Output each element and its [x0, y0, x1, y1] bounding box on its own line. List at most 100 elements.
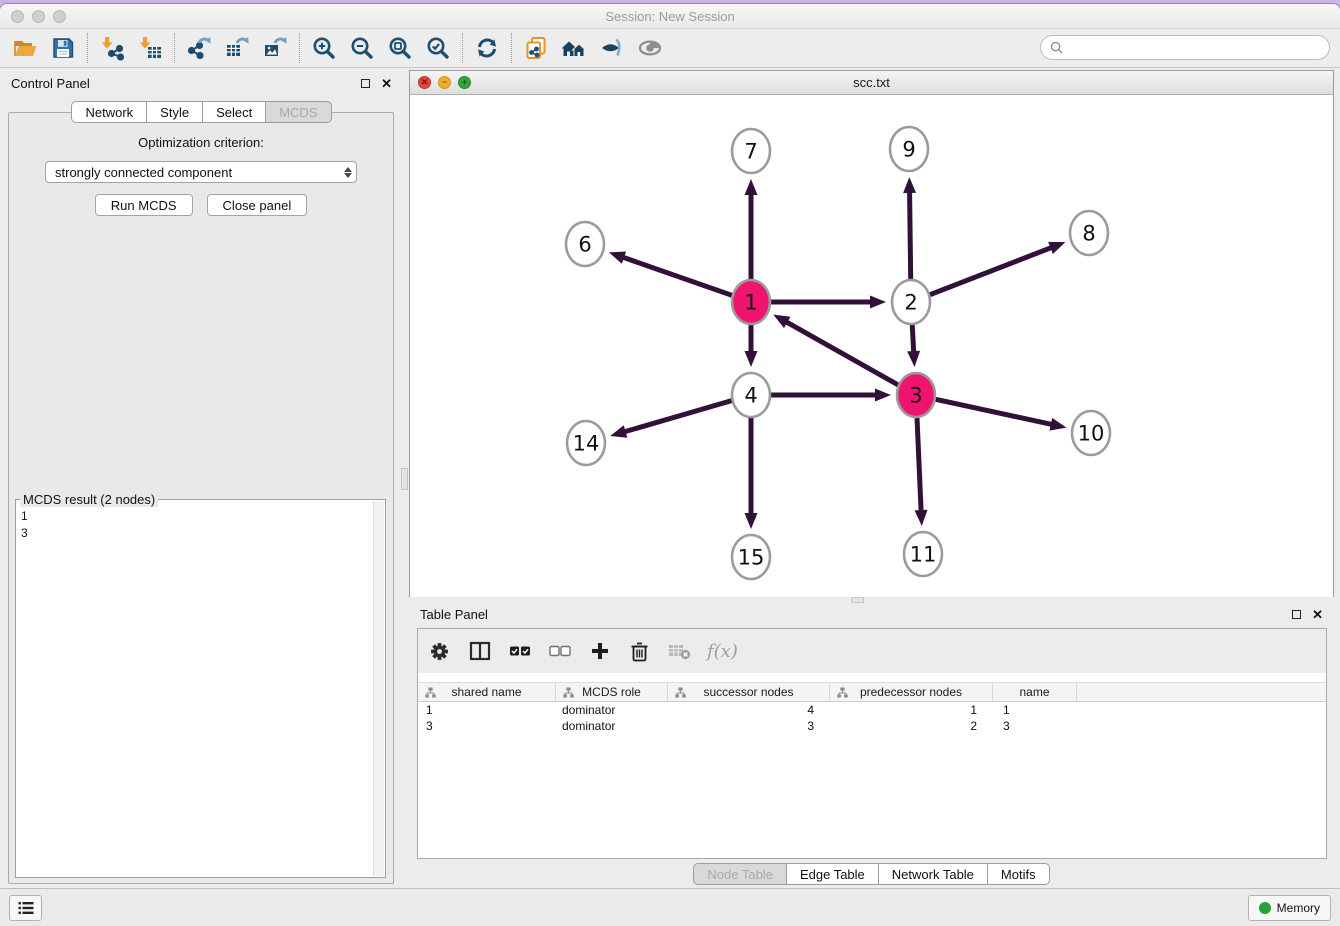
close-table-panel-icon[interactable]: ✕	[1312, 610, 1323, 619]
column-header-shared-name[interactable]: shared name	[418, 683, 556, 701]
graph-edge-arrowhead	[610, 425, 627, 437]
add-column-button[interactable]	[587, 639, 612, 664]
trash-icon	[630, 641, 649, 662]
graph-edge-2-9[interactable]	[910, 192, 911, 279]
network-minimize-icon[interactable]: −	[438, 76, 451, 89]
cell-shared-name[interactable]: 1	[418, 703, 556, 717]
delete-table-button[interactable]	[667, 639, 692, 664]
table-header-row: shared name MCDS role	[418, 682, 1326, 702]
tab-mcds[interactable]: MCDS	[266, 101, 331, 123]
table-row[interactable]: 1 dominator 4 1 1	[418, 702, 1326, 718]
network-close-icon[interactable]: ✕	[418, 76, 431, 89]
tab-edge-table[interactable]: Edge Table	[787, 863, 879, 885]
column-header-successor-nodes[interactable]: successor nodes	[668, 683, 830, 701]
show-log-button[interactable]	[9, 895, 42, 921]
close-panel-button[interactable]: Close panel	[207, 194, 308, 216]
zoom-selected-button[interactable]	[419, 31, 457, 65]
function-builder-button[interactable]: f(x)	[707, 641, 738, 662]
select-all-button[interactable]	[507, 639, 532, 664]
float-panel-icon[interactable]	[361, 79, 370, 88]
save-session-button[interactable]	[44, 31, 82, 65]
graph-edge-arrowhead	[915, 510, 928, 526]
zoom-selected-icon	[425, 35, 451, 61]
graph-edge-arrowhead	[745, 179, 758, 195]
criterion-dropdown[interactable]: strongly connected component	[45, 161, 357, 183]
manage-networks-button[interactable]	[517, 31, 555, 65]
zoom-fit-button[interactable]	[381, 31, 419, 65]
export-network-icon	[186, 35, 212, 61]
graph-edge-4-14[interactable]	[625, 401, 732, 432]
search-field[interactable]	[1040, 35, 1330, 60]
graph-edge-arrowhead	[903, 177, 916, 193]
export-table-button[interactable]	[218, 31, 256, 65]
graph-edge-arrowhead	[1048, 242, 1065, 254]
graph-edge-2-3[interactable]	[912, 325, 913, 352]
tab-motifs[interactable]: Motifs	[988, 863, 1050, 885]
zoom-in-button[interactable]	[305, 31, 343, 65]
float-table-panel-icon[interactable]	[1292, 610, 1301, 619]
tab-node-table[interactable]: Node Table	[693, 863, 787, 885]
hierarchy-icon	[675, 687, 686, 698]
show-graphics-details-button[interactable]	[631, 31, 669, 65]
memory-button[interactable]: Memory	[1248, 895, 1331, 921]
cell-mcds-role[interactable]: dominator	[556, 703, 668, 717]
column-header-mcds-role[interactable]: MCDS role	[556, 683, 668, 701]
table-settings-button[interactable]	[427, 639, 452, 664]
cell-predecessor-nodes[interactable]: 1	[830, 703, 993, 717]
cell-successor-nodes[interactable]: 4	[668, 703, 830, 717]
import-table-button[interactable]	[131, 31, 169, 65]
vertical-splitter-grip[interactable]	[401, 468, 408, 490]
tab-select[interactable]: Select	[203, 101, 266, 123]
zoom-out-button[interactable]	[343, 31, 381, 65]
column-header-predecessor-nodes[interactable]: predecessor nodes	[830, 683, 993, 701]
graph-edge-arrowhead	[1049, 418, 1066, 431]
graph-edge-2-8[interactable]	[930, 248, 1051, 295]
table-row[interactable]: 3 dominator 3 2 3	[418, 718, 1326, 734]
main-toolbar	[0, 29, 1340, 68]
close-window-icon[interactable]	[11, 10, 24, 23]
run-mcds-button[interactable]: Run MCDS	[95, 194, 193, 216]
unselect-all-button[interactable]	[547, 639, 572, 664]
graph-edge-1-6[interactable]	[623, 257, 732, 295]
network-canvas[interactable]: 1234678910111415	[410, 95, 1333, 597]
cell-name[interactable]: 3	[993, 719, 1077, 733]
minimize-window-icon[interactable]	[32, 10, 45, 23]
toolbar-separator	[511, 33, 512, 63]
maximize-window-icon[interactable]	[53, 10, 66, 23]
delete-column-button[interactable]	[627, 639, 652, 664]
gear-icon	[429, 641, 450, 662]
graph-edge-arrowhead	[907, 351, 920, 367]
table-panel-layout-button[interactable]	[467, 639, 492, 664]
open-session-button[interactable]	[6, 31, 44, 65]
graph-edge-3-10[interactable]	[936, 399, 1052, 424]
cell-shared-name[interactable]: 3	[418, 719, 556, 733]
graph-edge-3-11[interactable]	[917, 418, 921, 511]
network-graph[interactable]: 1234678910111415	[410, 95, 1333, 597]
toggle-graphics-details-icon	[599, 35, 625, 61]
tab-network-table[interactable]: Network Table	[879, 863, 988, 885]
cell-successor-nodes[interactable]: 3	[668, 719, 830, 733]
tab-network[interactable]: Network	[71, 101, 147, 123]
search-input[interactable]	[1068, 39, 1320, 56]
cell-name[interactable]: 1	[993, 703, 1077, 717]
result-scrollbar[interactable]	[373, 501, 384, 876]
mcds-result-line: 1	[21, 508, 373, 525]
network-maximize-icon[interactable]: +	[458, 76, 471, 89]
refresh-button[interactable]	[468, 31, 506, 65]
import-network-button[interactable]	[93, 31, 131, 65]
home-button[interactable]	[555, 31, 593, 65]
column-header-name[interactable]: name	[993, 683, 1077, 701]
close-panel-icon[interactable]: ✕	[381, 79, 392, 88]
cell-predecessor-nodes[interactable]: 2	[830, 719, 993, 733]
control-panel: Control Panel ✕ Network Style Select MCD…	[0, 70, 403, 888]
cell-mcds-role[interactable]: dominator	[556, 719, 668, 733]
graph-edge-3-1[interactable]	[786, 322, 898, 385]
export-network-button[interactable]	[180, 31, 218, 65]
table-panel-title: Table Panel	[420, 607, 488, 622]
table-panel-tabs: Node Table Edge Table Network Table Moti…	[409, 863, 1334, 885]
tab-style[interactable]: Style	[147, 101, 203, 123]
toggle-graphics-details-button[interactable]	[593, 31, 631, 65]
home-icon	[560, 35, 588, 61]
mcds-result-text[interactable]: 1 3	[21, 508, 373, 875]
export-image-button[interactable]	[256, 31, 294, 65]
